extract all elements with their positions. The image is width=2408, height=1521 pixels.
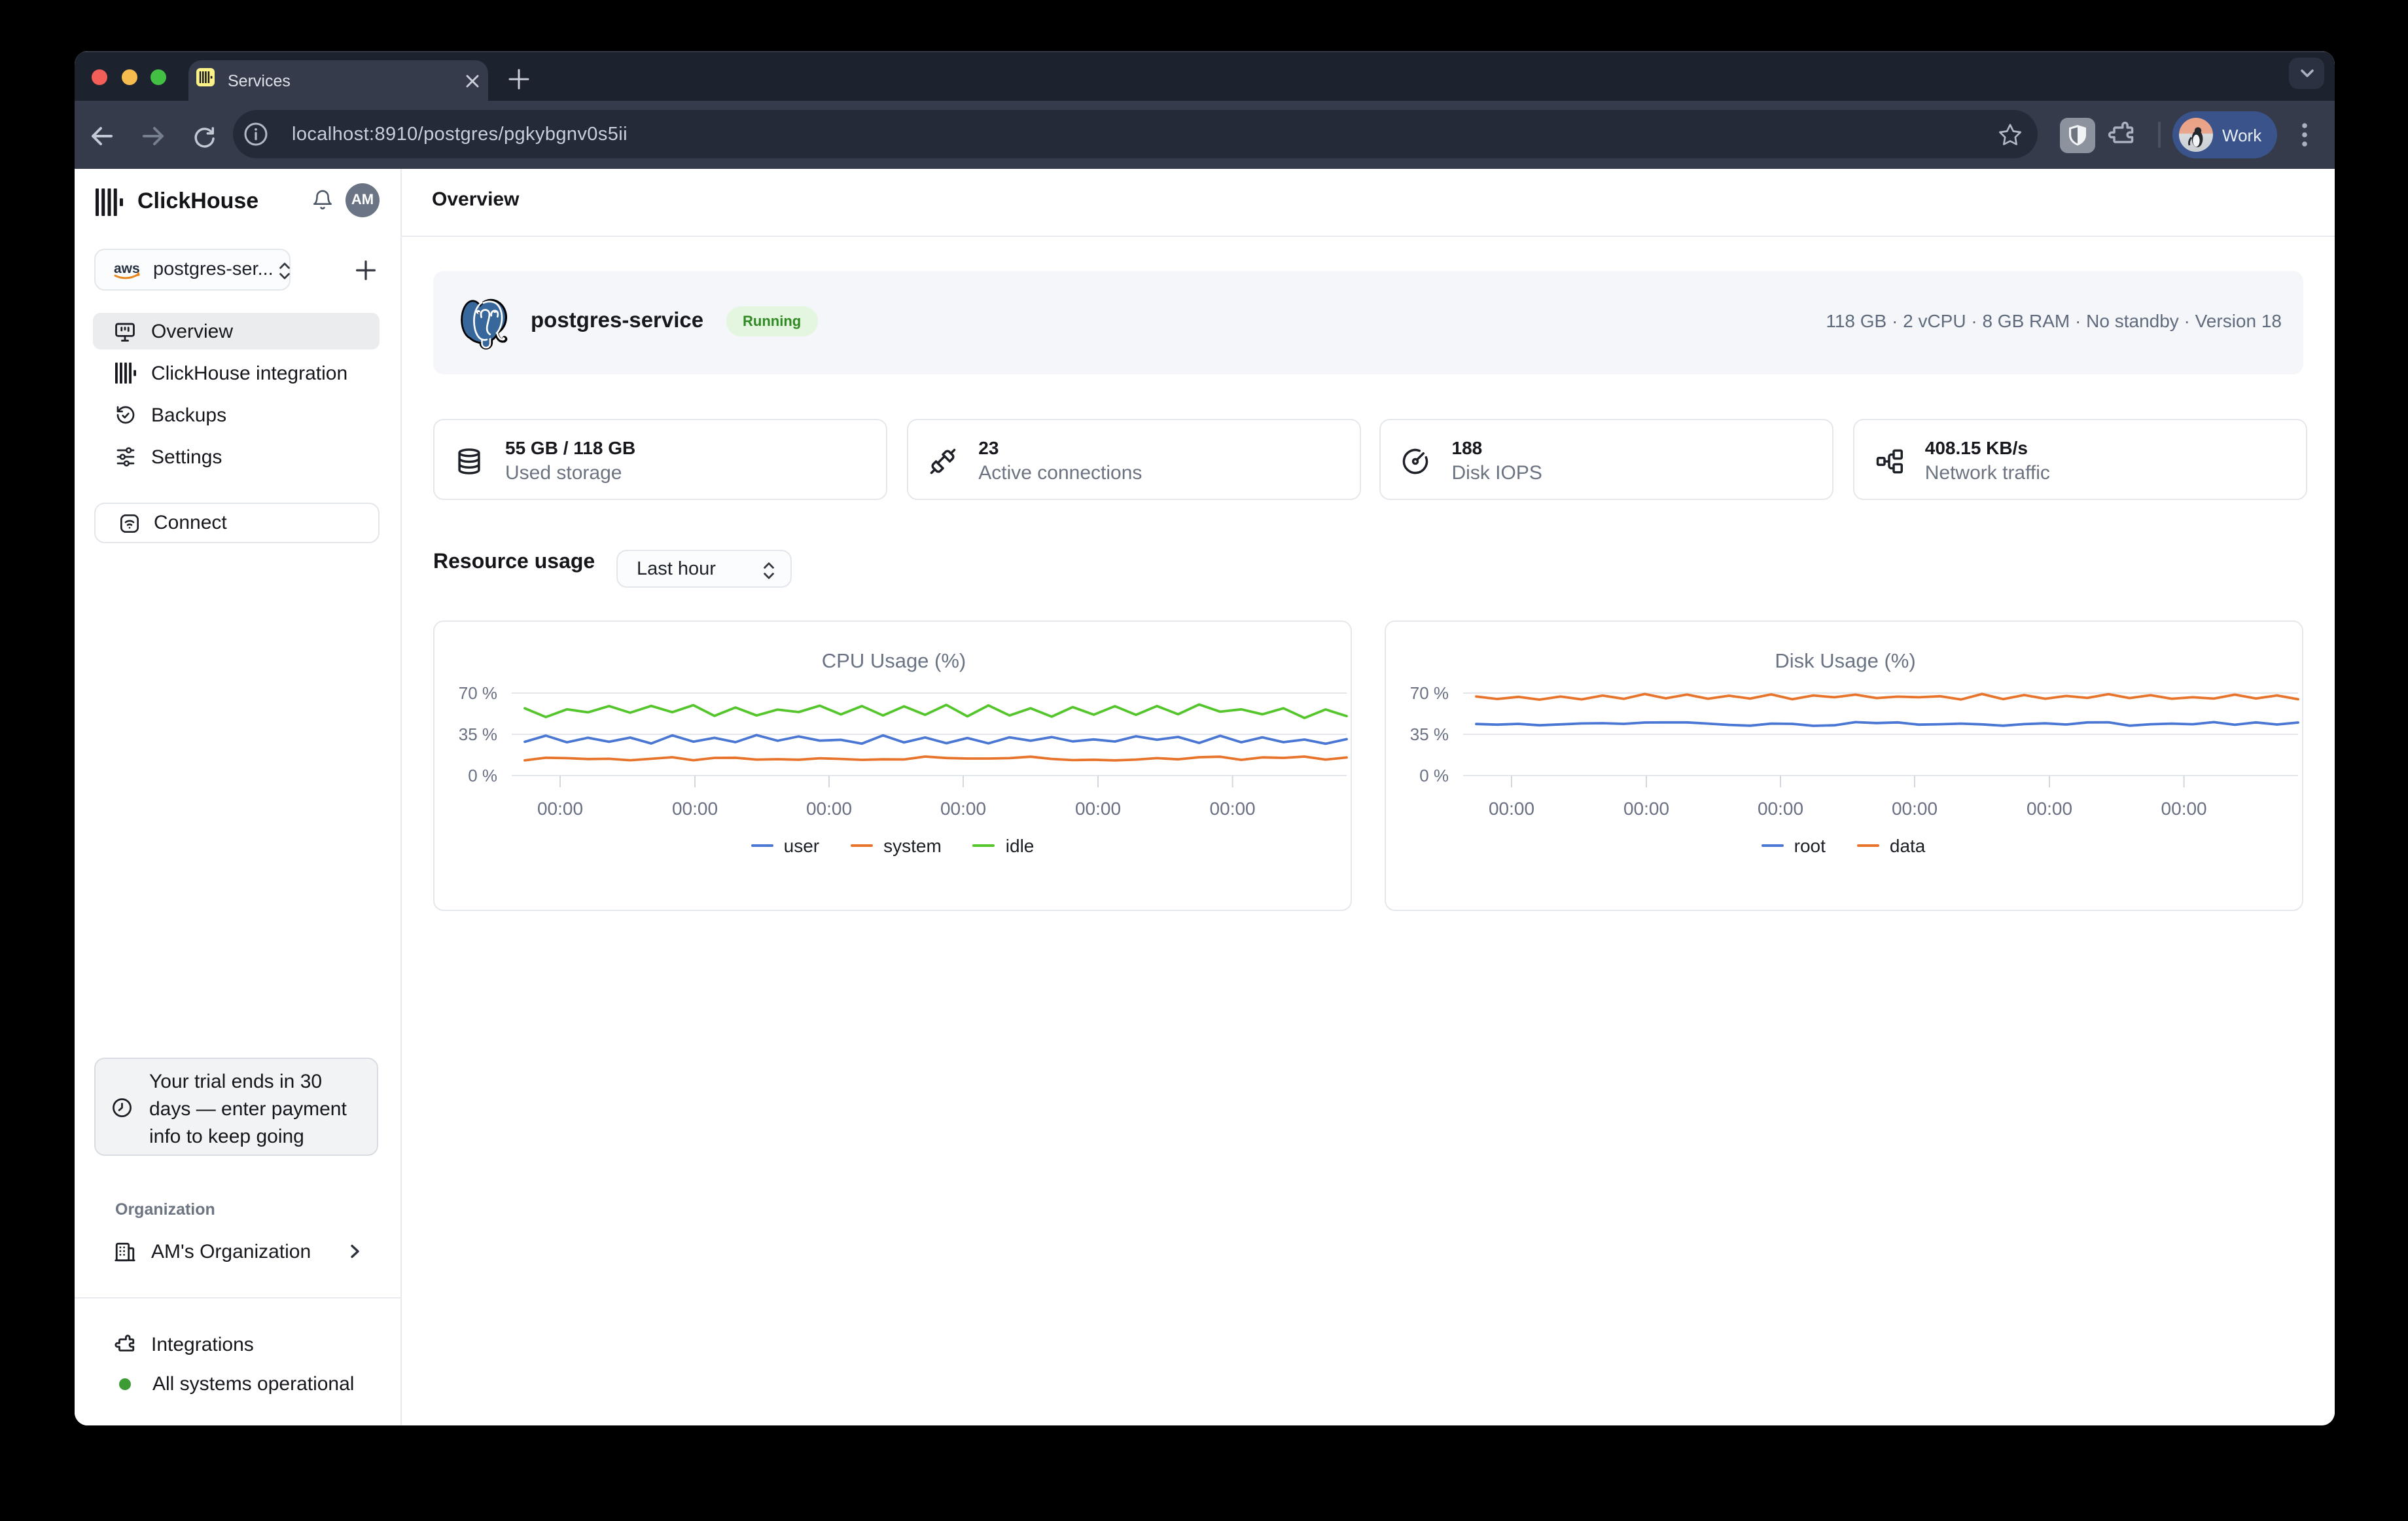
svg-text:00:00: 00:00 [1075, 798, 1121, 819]
svg-text:70 %: 70 % [1409, 683, 1448, 703]
svg-text:35 %: 35 % [1409, 725, 1448, 744]
svg-text:0 %: 0 % [1419, 766, 1448, 785]
svg-text:00:00: 00:00 [1623, 798, 1669, 819]
svg-text:70 %: 70 % [459, 683, 497, 703]
svg-text:0 %: 0 % [468, 766, 497, 785]
svg-text:00:00: 00:00 [672, 798, 718, 819]
svg-text:35 %: 35 % [459, 725, 497, 744]
svg-text:00:00: 00:00 [1891, 798, 1937, 819]
svg-text:aws: aws [114, 261, 140, 276]
svg-text:00:00: 00:00 [1210, 798, 1256, 819]
svg-text:00:00: 00:00 [806, 798, 852, 819]
svg-text:00:00: 00:00 [1757, 798, 1803, 819]
svg-text:00:00: 00:00 [537, 798, 583, 819]
svg-text:00:00: 00:00 [2026, 798, 2072, 819]
svg-text:CPU Usage (%): CPU Usage (%) [822, 649, 966, 672]
svg-text:00:00: 00:00 [940, 798, 986, 819]
svg-text:00:00: 00:00 [2161, 798, 2206, 819]
svg-text:Disk Usage (%): Disk Usage (%) [1774, 649, 1915, 672]
svg-text:00:00: 00:00 [1488, 798, 1534, 819]
